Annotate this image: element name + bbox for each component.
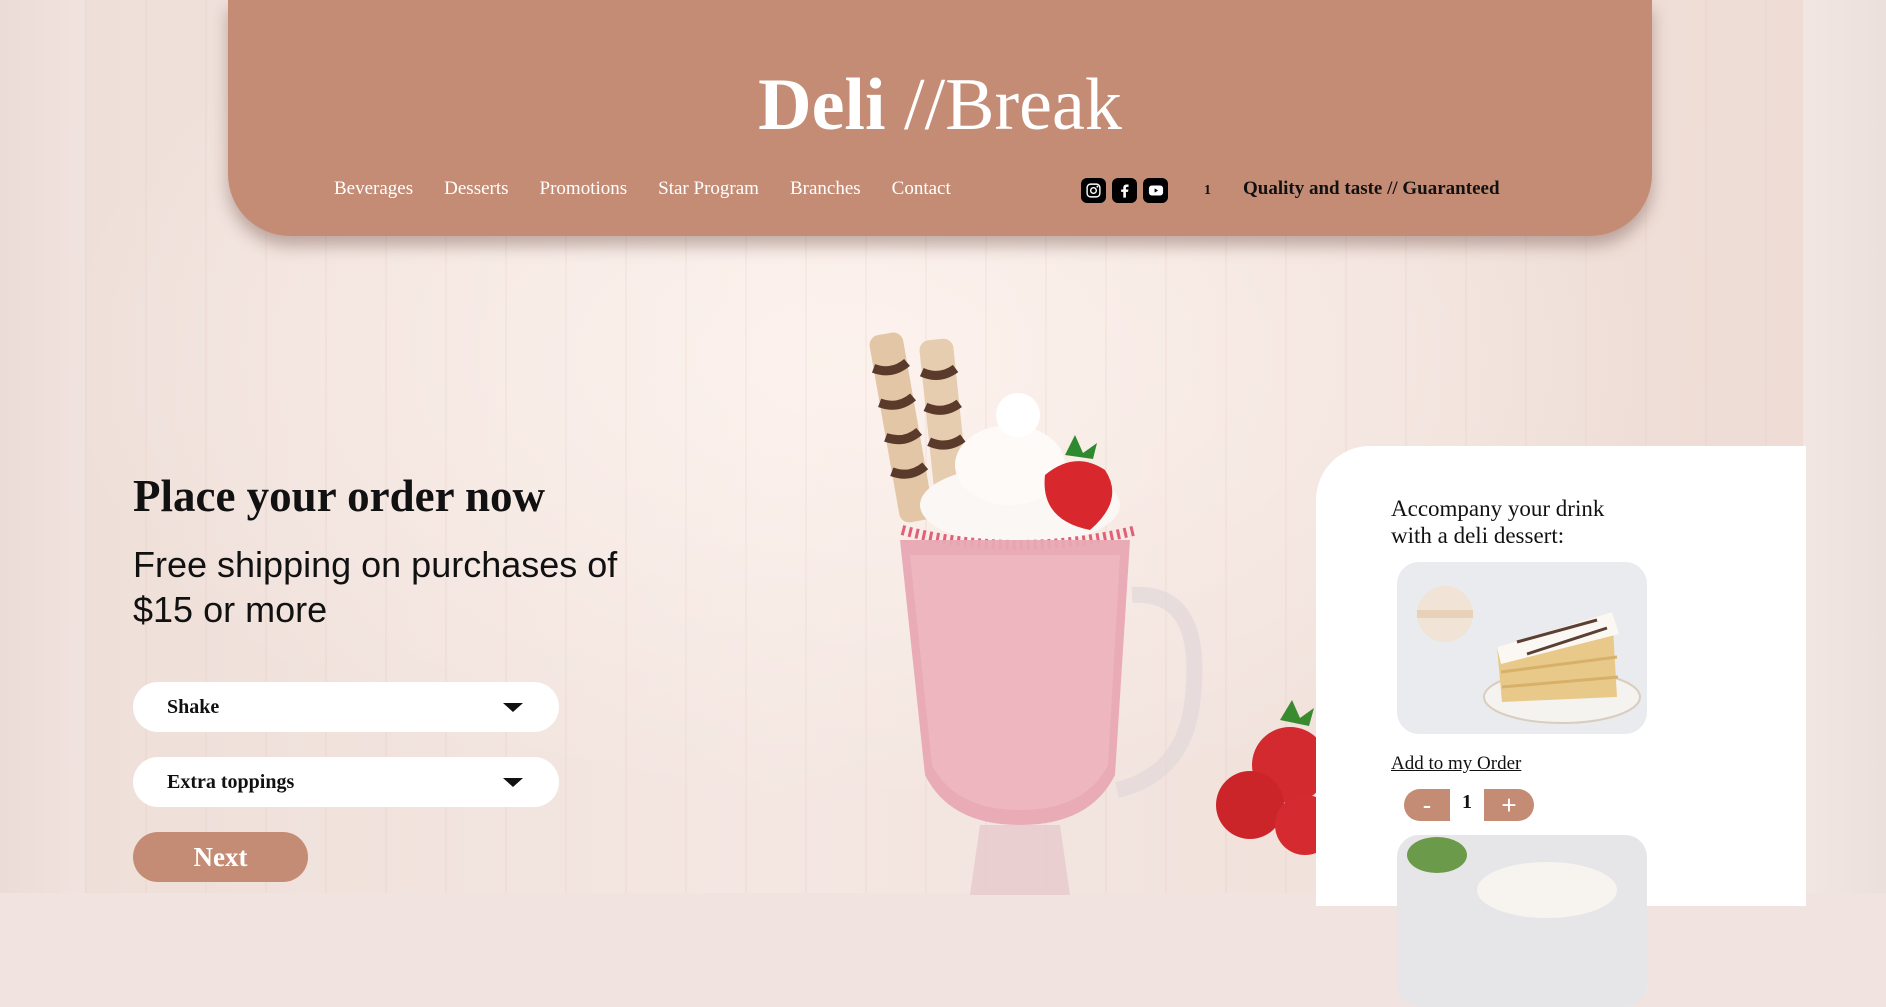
main-nav: Beverages Desserts Promotions Star Progr… [334,178,951,200]
facebook-icon[interactable] [1112,178,1137,203]
milkshake-image [869,332,1320,895]
drink-select[interactable]: Shake [133,682,559,732]
quantity-value: 1 [1462,790,1472,813]
dessert-image-cake[interactable] [1397,562,1647,734]
toppings-select[interactable]: Extra toppings [133,757,559,807]
site-header: Deli //Break Beverages Desserts Promotio… [228,0,1652,236]
quantity-stepper: - 1 + [1404,789,1534,821]
nav-beverages[interactable]: Beverages [334,178,413,200]
decrement-button[interactable]: - [1404,789,1450,821]
dessert-suggestion-heading: Accompany your drink with a deli dessert… [1391,496,1605,548]
add-to-order-link[interactable]: Add to my Order [1391,753,1521,775]
nav-branches[interactable]: Branches [790,178,861,200]
shipping-subtitle: Free shipping on purchases of $15 or mor… [133,544,618,630]
toppings-select-value: Extra toppings [167,770,295,793]
drink-select-value: Shake [167,695,220,718]
increment-button[interactable]: + [1484,789,1534,821]
nav-star-program[interactable]: Star Program [658,178,759,200]
chevron-down-icon [503,703,523,712]
cart-count-badge[interactable]: 1 [1204,183,1211,199]
background-right [1796,0,1886,893]
nav-promotions[interactable]: Promotions [540,178,628,200]
nav-contact[interactable]: Contact [892,178,951,200]
tagline: Quality and taste // Guaranteed [1243,178,1500,199]
nav-desserts[interactable]: Desserts [444,178,508,200]
dessert-image-second[interactable] [1397,835,1647,1007]
social-links [1081,178,1168,203]
youtube-icon[interactable] [1143,178,1168,203]
instagram-icon[interactable] [1081,178,1106,203]
brand-logo[interactable]: Deli //Break [228,62,1652,148]
next-button[interactable]: Next [133,832,308,882]
chevron-down-icon [503,778,523,787]
page-title: Place your order now [133,471,546,521]
